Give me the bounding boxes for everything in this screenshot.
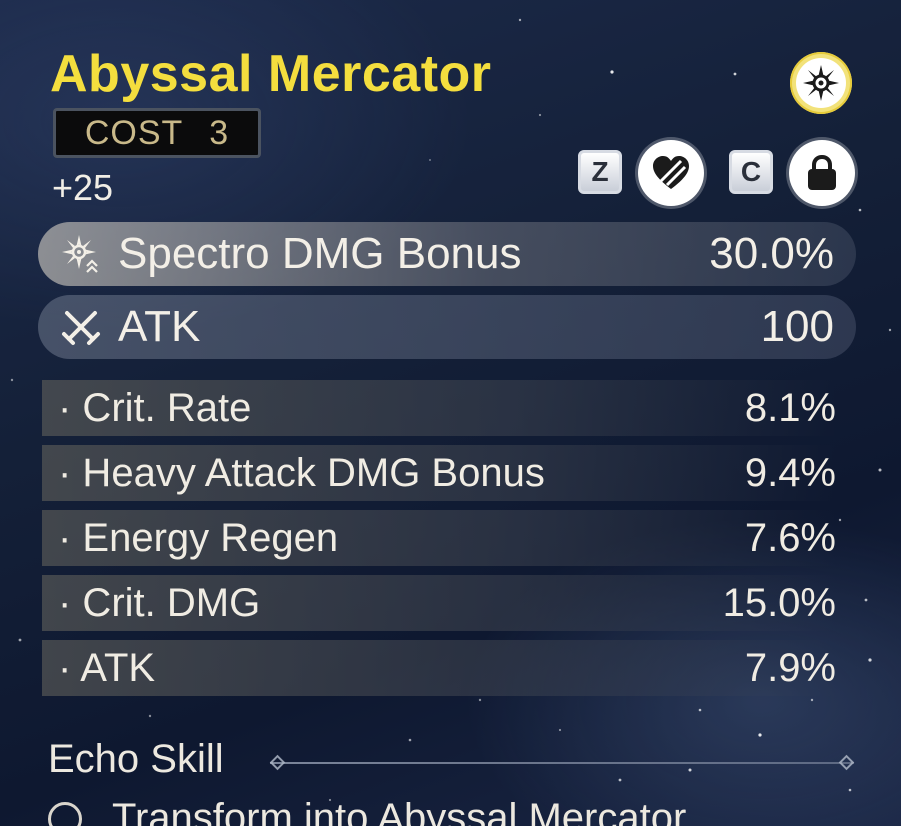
skill-bullet-icon — [48, 801, 82, 826]
sub-stat-row: · Crit. Rate 8.1% — [42, 380, 836, 436]
sub-stat-name: · Heavy Attack DMG Bonus — [58, 450, 545, 495]
sub-stat-value: 9.4% — [744, 450, 836, 495]
divider-diamond-left — [269, 754, 286, 771]
sub-stat-row: · ATK 7.9% — [42, 640, 836, 696]
echo-skill-text: Transform into Abyssal Mercator — [112, 796, 687, 826]
sub-stat-name: · Crit. DMG — [58, 580, 261, 625]
main-stat-name: ATK — [118, 302, 201, 351]
lock-button[interactable] — [789, 140, 855, 206]
cost-value: 3 — [209, 113, 230, 152]
heart-broken-icon — [653, 156, 689, 189]
echo-skill-heading: Echo Skill — [48, 737, 224, 781]
main-stat-name: Spectro DMG Bonus — [118, 229, 522, 278]
sub-stat-name: · Energy Regen — [58, 515, 339, 560]
lock-icon — [808, 154, 836, 190]
spectro-dmg-icon — [58, 231, 104, 277]
main-stat-value: 30.0% — [709, 229, 834, 278]
cost-label: COST — [84, 113, 184, 152]
sub-stat-row: · Heavy Attack DMG Bonus 9.4% — [42, 445, 836, 501]
lock-hotkey: C — [729, 150, 773, 194]
favorite-button[interactable] — [638, 140, 704, 206]
echo-skill-description: Transform into Abyssal Mercator — [48, 796, 686, 826]
sub-stat-value: 15.0% — [722, 580, 836, 625]
sub-stat-value: 7.6% — [744, 515, 836, 560]
favorite-hotkey: Z — [578, 150, 622, 194]
echo-level: +25 — [52, 167, 114, 208]
sub-stat-row: · Energy Regen 7.6% — [42, 510, 836, 566]
divider-diamond-right — [838, 754, 855, 771]
main-stat-row: ATK 100 — [38, 295, 856, 359]
sub-stat-value: 7.9% — [744, 645, 836, 690]
main-stat-row: Spectro DMG Bonus 30.0% — [38, 222, 856, 286]
sub-stat-name: · ATK — [58, 645, 156, 690]
section-divider — [270, 762, 854, 764]
sub-stat-name: · Crit. Rate — [58, 385, 252, 430]
sub-stat-row: · Crit. DMG 15.0% — [42, 575, 836, 631]
spectro-element-icon — [790, 52, 852, 114]
cost-badge: COST 3 — [53, 108, 261, 158]
echo-name: Abyssal Mercator — [50, 45, 492, 103]
main-stat-value: 100 — [760, 302, 834, 351]
echo-detail-panel: Abyssal Mercator COST 3 +25 Z C Spectro … — [0, 0, 901, 826]
atk-swords-icon — [58, 304, 104, 350]
sub-stat-value: 8.1% — [744, 385, 836, 430]
